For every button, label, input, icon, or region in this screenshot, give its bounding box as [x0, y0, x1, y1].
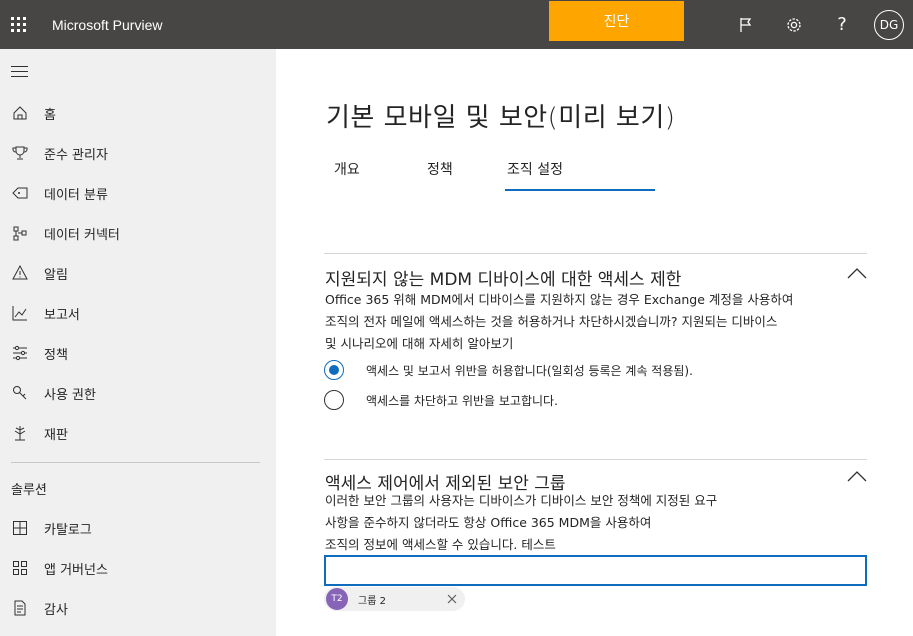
nav-label: 카탈로그 [44, 522, 92, 538]
nav-item-audit[interactable]: 감사 [0, 590, 276, 626]
nav-section-solutions: 솔루션 [11, 483, 47, 498]
hamburger-menu-icon[interactable] [11, 66, 28, 81]
close-icon[interactable] [447, 594, 457, 604]
chart-icon [10, 303, 30, 323]
group-avatar: T2 [326, 588, 348, 610]
nav-item-alerts[interactable]: 알림 [0, 255, 276, 291]
nav-item-policies[interactable]: 정책 [0, 335, 276, 371]
alert-icon [10, 263, 30, 283]
nav-label: 감사 [44, 602, 68, 618]
section-description: Office 365 위해 MDM에서 디바이스를 지원하지 않는 경우 Exc… [325, 289, 845, 355]
page-title: 기본 모바일 및 보안(미리 보기) [326, 103, 676, 133]
home-icon [10, 103, 30, 123]
flag-icon[interactable] [726, 0, 766, 49]
nav-divider [11, 462, 260, 463]
trophy-icon [10, 143, 30, 163]
nav-item-trials[interactable]: 재판 [0, 415, 276, 451]
section-divider [324, 459, 867, 460]
left-navigation: 홈 준수 관리자 데이터 분류 데이터 커넥터 알림 보고서 정책 사용 권한 … [0, 49, 276, 636]
nav-item-reports[interactable]: 보고서 [0, 295, 276, 331]
help-icon[interactable]: ? [822, 0, 862, 49]
section-divider [324, 253, 867, 254]
nav-label: 정책 [44, 347, 68, 363]
tab-policies[interactable]: 정책 [427, 159, 453, 179]
radio-block-access[interactable]: 액세스를 차단하고 위반을 보고합니다. [324, 390, 558, 410]
radio-allow-access[interactable]: 액세스 및 보고서 위반을 허용합니다(일회성 등록은 계속 적용됨). [324, 360, 693, 380]
nav-label: 앱 거버넌스 [44, 562, 108, 578]
radio-button[interactable] [324, 390, 344, 410]
tree-icon [10, 423, 30, 443]
main-content: 기본 모바일 및 보안(미리 보기) 개요 정책 조직 설정 지원되지 않는 M… [276, 49, 913, 636]
nav-label: 사용 권한 [44, 387, 96, 403]
group-search-input[interactable] [324, 555, 867, 586]
nav-item-app-governance[interactable]: 앱 거버넌스 [0, 550, 276, 586]
nav-item-catalog[interactable]: 카탈로그 [0, 510, 276, 546]
sliders-icon [10, 343, 30, 363]
top-bar: Microsoft Purview 진단 ? DG [0, 0, 913, 49]
tab-overview[interactable]: 개요 [334, 159, 360, 179]
radio-label: 액세스를 차단하고 위반을 보고합니다. [366, 393, 558, 408]
diagnostic-button[interactable]: 진단 [549, 1, 684, 41]
user-avatar[interactable]: DG [874, 10, 904, 40]
section-description: 이러한 보안 그룹의 사용자는 디바이스가 디바이스 보안 정책에 지정된 요구… [325, 490, 845, 556]
catalog-icon [10, 518, 30, 538]
description-line: 이러한 보안 그룹의 사용자는 디바이스가 디바이스 보안 정책에 지정된 요구 [325, 493, 718, 508]
chevron-up-icon[interactable] [846, 266, 868, 280]
nav-item-permissions[interactable]: 사용 권한 [0, 375, 276, 411]
tag-icon [10, 183, 30, 203]
group-chip-label: 그룹 2 [358, 595, 386, 607]
chevron-up-icon[interactable] [846, 469, 868, 483]
description-line: 및 시나리오에 대해 자세히 알아보기 [325, 336, 514, 351]
description-line: 사항을 준수하지 않더라도 항상 Office 365 MDM을 사용하여 [325, 515, 652, 530]
description-line: Office 365 위해 MDM에서 디바이스를 지원하지 않는 경우 Exc… [325, 292, 794, 307]
app-launcher-button[interactable] [0, 0, 36, 49]
nav-label: 데이터 커넥터 [44, 227, 120, 243]
nav-item-home[interactable]: 홈 [0, 95, 276, 131]
nav-label: 알림 [44, 267, 68, 283]
selected-tab-indicator [505, 189, 655, 191]
app-grid-icon [10, 558, 30, 578]
nav-label: 준수 관리자 [44, 147, 108, 163]
nav-item-data-connectors[interactable]: 데이터 커넥터 [0, 215, 276, 251]
audit-icon [10, 598, 30, 618]
nav-label: 재판 [44, 427, 68, 443]
nav-item-data-classification[interactable]: 데이터 분류 [0, 175, 276, 211]
radio-button-selected[interactable] [324, 360, 344, 380]
connector-icon [10, 223, 30, 243]
settings-gear-icon[interactable] [774, 0, 814, 49]
group-chip: T2 그룹 2 [324, 587, 465, 611]
waffle-icon [10, 17, 26, 32]
nav-label: 데이터 분류 [44, 187, 108, 203]
description-line: 조직의 전자 메일에 액세스하는 것을 허용하거나 차단하시겠습니까? 지원되는… [325, 314, 778, 329]
app-title[interactable]: Microsoft Purview [52, 17, 162, 33]
key-icon [10, 383, 30, 403]
nav-label: 홈 [44, 107, 56, 123]
nav-label: 보고서 [44, 307, 80, 323]
description-line: 조직의 정보에 액세스할 수 있습니다. 테스트 [325, 537, 556, 552]
nav-item-compliance-manager[interactable]: 준수 관리자 [0, 135, 276, 171]
radio-label: 액세스 및 보고서 위반을 허용합니다(일회성 등록은 계속 적용됨). [366, 363, 693, 378]
tab-org-settings[interactable]: 조직 설정 [507, 159, 563, 179]
section-title-unsupported-mdm: 지원되지 않는 MDM 디바이스에 대한 액세스 제한 [325, 270, 682, 290]
